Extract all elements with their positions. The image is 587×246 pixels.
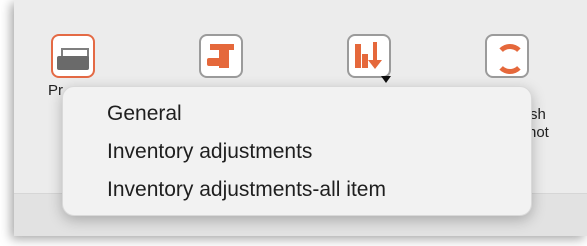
refresh-button[interactable] [485,34,529,78]
menu-item-inventory-adjustments-all-item[interactable]: Inventory adjustments-all item [107,175,386,205]
refresh-label-line2: hot [528,124,549,141]
menu-item-general[interactable]: General [107,99,182,129]
refresh-icon [487,36,527,76]
refresh-label-line1: sh [530,106,546,123]
dispatch-icon [201,36,241,76]
sort-button[interactable] [347,34,391,83]
print-button[interactable] [51,34,95,78]
printer-icon [53,36,93,76]
sort-icon [349,36,389,76]
print-menu: General Inventory adjustments Inventory … [62,86,532,216]
menu-item-inventory-adjustments[interactable]: Inventory adjustments [107,137,312,167]
dispatch-button[interactable] [199,34,243,78]
dropdown-arrow-icon [381,76,391,83]
